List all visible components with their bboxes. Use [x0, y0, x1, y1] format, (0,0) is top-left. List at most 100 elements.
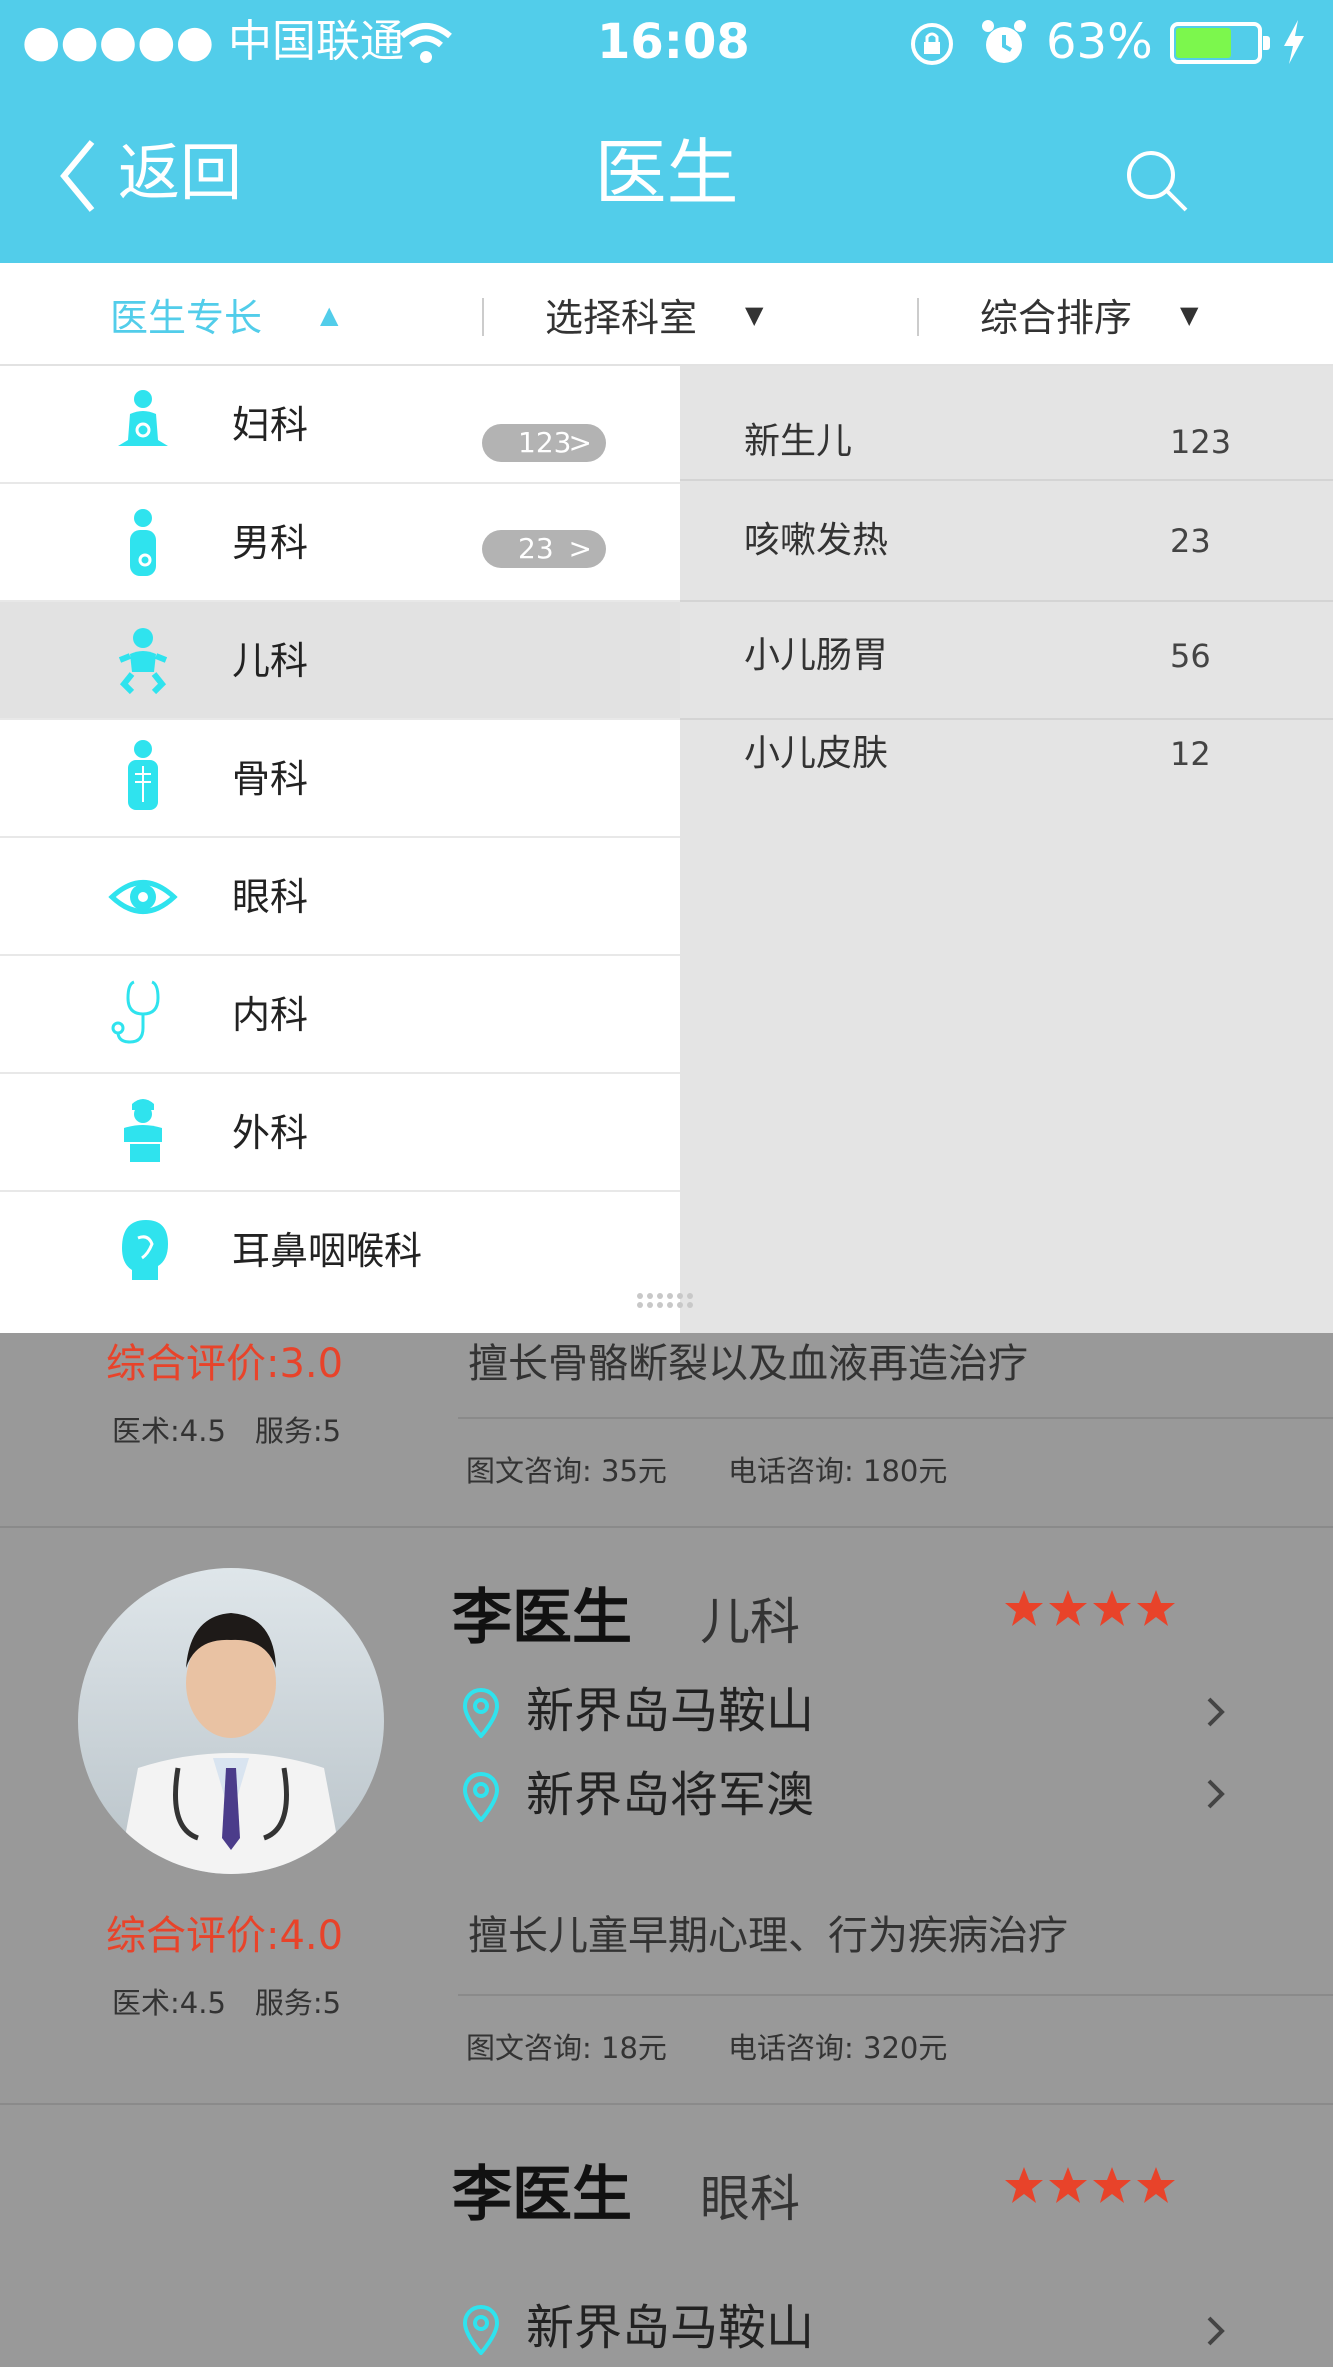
specialty-description: 擅长骨骼断裂以及血液再造治疗 [468, 1341, 1028, 1387]
badge-count: 123 [518, 426, 572, 459]
alarm-icon [982, 20, 1026, 63]
star-icon [1137, 1590, 1175, 1626]
head-ent-icon [122, 1220, 168, 1280]
star-icon [1093, 2167, 1131, 2203]
subcategory-label: 咳嗽发热 [744, 520, 889, 561]
doctor-card[interactable]: 李医生 儿科 新界岛马鞍山 新界岛将军澳 综合评价:4.0 医术:4.5 服务:… [0, 1528, 1333, 2105]
sub-scores: 医术:4.5 服务:5 [112, 1414, 342, 1448]
subcategory-count: 12 [1170, 735, 1211, 773]
filter-sort[interactable]: 综合排序 ▼ [980, 263, 1240, 366]
location-pin-icon [462, 2305, 500, 2355]
subcategory-item[interactable]: 咳嗽发热 23 [680, 481, 1333, 602]
specialty-item-ophthalmology[interactable]: 眼科 [0, 838, 680, 956]
location-text: 新界岛马鞍山 [526, 2300, 815, 2356]
subcategory-item[interactable]: 小儿皮肤 12 [680, 720, 1333, 838]
specialty-item-internal-medicine[interactable]: 内科 [0, 956, 680, 1074]
app-header: ●●●●● 中国联通 16:08 63% 返回 医生 [0, 0, 1333, 263]
location-row[interactable]: 新界岛马鞍山 [458, 1678, 1238, 1744]
star-icon [1005, 1590, 1043, 1626]
divider [458, 1994, 1333, 1996]
filter-label: 综合排序 [980, 296, 1133, 340]
count-badge[interactable]: 123 > [482, 424, 606, 462]
specialty-item-pediatrics[interactable]: 儿科 [0, 602, 680, 720]
filter-department[interactable]: 选择科室 ▼ [545, 263, 805, 366]
doctor-name: 李医生 [452, 2160, 632, 2230]
female-patient-icon [118, 390, 168, 446]
location-pin-icon [462, 1688, 500, 1738]
star-icon [1005, 2167, 1043, 2203]
chevron-right-icon [1207, 1779, 1225, 1809]
specialty-label: 外科 [232, 1111, 309, 1155]
caret-down-icon: ▼ [745, 300, 764, 329]
specialty-label: 妇科 [232, 403, 309, 447]
subcategory-item[interactable]: 新生儿 123 [680, 366, 1333, 481]
filter-specialty[interactable]: 医生专长 ▲ [110, 263, 390, 366]
star-icon [1049, 2167, 1087, 2203]
count-badge[interactable]: 23 > [482, 530, 606, 568]
text-consult-price: 图文咨询: 18元 [466, 2031, 667, 2065]
eye-icon [108, 880, 178, 914]
status-time: 16:08 [597, 14, 750, 70]
doctor-name: 李医生 [452, 1583, 632, 1653]
skeleton-person-icon [128, 740, 158, 810]
divider [482, 298, 484, 336]
specialty-item-andrology[interactable]: 男科 23 > [0, 484, 680, 602]
subcategory-label: 小儿皮肤 [744, 733, 889, 774]
phone-consult-price: 电话咨询: 320元 [728, 2031, 948, 2065]
carrier-label: ●●●●● 中国联通 [22, 16, 404, 67]
charging-bolt-icon [1284, 20, 1304, 64]
surgeon-icon [124, 1099, 162, 1162]
stethoscope-icon [111, 980, 160, 1044]
subcategory-count: 23 [1170, 522, 1211, 560]
subcategory-label: 新生儿 [744, 421, 853, 462]
chevron-right-icon [1207, 1697, 1225, 1727]
star-icon [1093, 1590, 1131, 1626]
doctor-card[interactable]: 综合评价:3.0 医术:4.5 服务:5 擅长骨骼断裂以及血液再造治疗 图文咨询… [0, 1333, 1333, 1528]
specialty-label: 儿科 [232, 639, 309, 683]
location-row[interactable]: 新界岛将军澳 [458, 1762, 1238, 1828]
male-patient-icon [130, 509, 156, 576]
overall-rating: 综合评价:3.0 [106, 1341, 344, 1387]
caret-down-icon: ▼ [1180, 300, 1199, 329]
specialty-label: 骨科 [232, 757, 309, 801]
doctor-department: 儿科 [700, 1593, 800, 1651]
chevron-right-icon: > [568, 426, 592, 459]
doctor-avatar [78, 1568, 384, 1874]
specialty-label: 男科 [232, 521, 309, 565]
drag-handle-icon[interactable] [634, 1290, 698, 1312]
specialty-label: 内科 [232, 993, 309, 1037]
rotation-lock-icon [911, 23, 953, 65]
subcategory-count: 56 [1170, 637, 1211, 675]
child-icon [118, 628, 168, 695]
filter-label: 选择科室 [545, 296, 698, 340]
specialty-list: 妇科 123 > 男科 23 > 儿科 骨科 眼科 内科 外科 耳鼻咽喉科 [0, 366, 680, 1333]
specialty-item-orthopedics[interactable]: 骨科 [0, 720, 680, 838]
doctor-card[interactable]: 李医生 眼科 新界岛马鞍山 [0, 2105, 1333, 2367]
star-icon [1137, 2167, 1175, 2203]
battery-percent: 63% [1046, 14, 1153, 70]
search-icon[interactable] [1124, 148, 1190, 214]
subcategory-item[interactable]: 小儿肠胃 56 [680, 602, 1333, 720]
sub-scores: 医术:4.5 服务:5 [112, 1986, 342, 2020]
filter-bar: 医生专长 ▲ 选择科室 ▼ 综合排序 ▼ [0, 263, 1333, 366]
subcategory-label: 小儿肠胃 [744, 635, 889, 676]
doctor-list: 综合评价:3.0 医术:4.5 服务:5 擅长骨骼断裂以及血液再造治疗 图文咨询… [0, 1333, 1333, 2367]
specialty-description: 擅长儿童早期心理、行为疾病治疗 [468, 1913, 1068, 1959]
subcategory-count: 123 [1170, 423, 1232, 461]
star-icon [1049, 1590, 1087, 1626]
filter-label: 医生专长 [110, 296, 263, 340]
doctor-department: 眼科 [700, 2170, 800, 2228]
subcategory-list: 新生儿 123 咳嗽发热 23 小儿肠胃 56 小儿皮肤 12 [680, 366, 1333, 1333]
badge-count: 23 [518, 532, 554, 565]
specialty-label: 眼科 [232, 875, 309, 919]
location-text: 新界岛将军澳 [526, 1767, 815, 1823]
chevron-right-icon: > [568, 532, 592, 565]
phone-consult-price: 电话咨询: 180元 [728, 1454, 948, 1488]
specialty-item-gynecology[interactable]: 妇科 123 > [0, 366, 680, 484]
location-row[interactable]: 新界岛马鞍山 [458, 2295, 1238, 2361]
specialty-item-ent[interactable]: 耳鼻咽喉科 [0, 1192, 680, 1310]
specialty-label: 耳鼻咽喉科 [232, 1229, 423, 1273]
specialty-item-surgery[interactable]: 外科 [0, 1074, 680, 1192]
chevron-right-icon [1207, 2316, 1225, 2346]
overall-rating: 综合评价:4.0 [106, 1913, 344, 1959]
